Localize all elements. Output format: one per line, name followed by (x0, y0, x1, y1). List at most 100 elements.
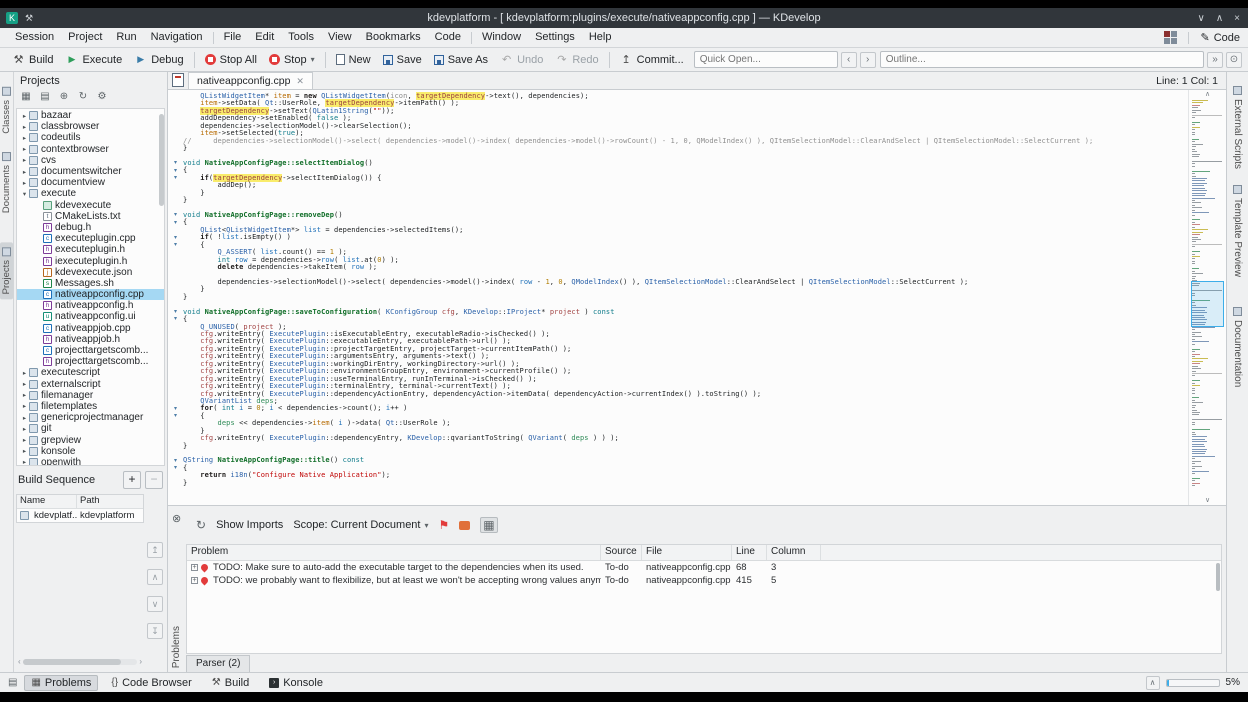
remove-from-build-sequence-button[interactable]: − (145, 471, 163, 489)
code-line[interactable]: return i18n("Configure Native Applicatio… (168, 471, 1188, 479)
document-list-icon[interactable] (172, 73, 184, 87)
fold-marker-icon[interactable]: ▾ (168, 175, 183, 182)
code-line[interactable]: delete dependencies->takeItem( row ); (168, 263, 1188, 271)
build-button[interactable]: Build (6, 51, 59, 68)
code-line[interactable]: } (168, 144, 1188, 152)
code-line[interactable]: cfg.writeEntry( ExecutePlugin::dependenc… (168, 390, 1188, 398)
expander-icon[interactable]: ▸ (20, 179, 29, 187)
menu-code[interactable]: Code (428, 28, 468, 47)
code-line[interactable]: } (168, 293, 1188, 301)
tree-item[interactable]: c nativeappconfig.cpp (17, 289, 164, 301)
column-header-name[interactable]: Name (17, 495, 77, 508)
menu-session[interactable]: Session (8, 28, 61, 47)
code-line[interactable]: ▾ QString NativeAppConfigPage::title() co… (168, 456, 1188, 465)
code-line[interactable]: ▾ if(targetDependency->selectItemDialog(… (168, 173, 1188, 182)
fold-marker-icon[interactable]: ▾ (168, 458, 183, 465)
tree-item[interactable]: ▸ classbrowser (17, 121, 164, 132)
move-bottom-icon[interactable]: ↧ (147, 623, 163, 639)
fold-marker-icon[interactable]: ▾ (168, 235, 183, 242)
code-editor[interactable]: QListWidgetItem* item = new QListWidgetI… (168, 90, 1226, 505)
code-line[interactable]: ▾ if( !list.isEmpty() ) (168, 233, 1188, 242)
problems-scrollbar[interactable] (1216, 563, 1220, 591)
minimap[interactable]: ∧ ∨ (1188, 90, 1226, 505)
stop-button[interactable]: Stop ▾ (263, 52, 321, 68)
area-code-button[interactable]: ✎ Code (1200, 31, 1240, 45)
statusbar-build-button[interactable]: ⚒ Build (205, 675, 256, 691)
tree-item[interactable]: ▸ konsole (17, 446, 164, 457)
buildseq-row[interactable]: kdevplatf... kdevplatform (17, 509, 143, 522)
add-icon[interactable]: ⊕ (56, 90, 72, 105)
expander-icon[interactable]: ▸ (20, 369, 29, 377)
column-header-column[interactable]: Column (767, 545, 821, 560)
expander-icon[interactable]: ▸ (20, 447, 29, 455)
expander-icon[interactable]: ▸ (20, 145, 29, 153)
code-line[interactable]: ▾ void NativeAppConfigPage::saveToConfigu… (168, 308, 1188, 316)
scroll-up-icon[interactable]: ∧ (1189, 90, 1226, 99)
menu-tools[interactable]: Tools (281, 28, 321, 47)
problem-row[interactable]: + TODO: Make sure to auto-add the executa… (187, 561, 1221, 574)
add-to-build-sequence-button[interactable]: + (123, 471, 141, 489)
projects-horizontal-scrollbar[interactable]: ‹ › (18, 657, 142, 666)
expander-icon[interactable]: ▸ (20, 123, 29, 131)
menu-file[interactable]: File (217, 28, 249, 47)
scope-dropdown[interactable]: Scope: Current Document ▾ (293, 519, 428, 531)
expander-icon[interactable]: ▸ (20, 168, 29, 176)
code-line[interactable]: ▾ void NativeAppConfigPage::selectItemDia… (168, 159, 1188, 167)
area-switcher-icon[interactable] (1164, 31, 1178, 44)
tree-item[interactable]: ▸ filetemplates (17, 401, 164, 412)
tree-item[interactable]: ▸ externalscript (17, 379, 164, 390)
chevron-up-icon[interactable]: ∧ (1145, 675, 1160, 690)
menu-bookmarks[interactable]: Bookmarks (359, 28, 428, 47)
tree-item[interactable]: ▸ openwith (17, 457, 164, 465)
tab-close-icon[interactable]: ✕ (296, 76, 304, 87)
tree-item[interactable]: ▸ filemanager (17, 390, 164, 401)
flag-icon[interactable]: ⚑ (439, 518, 450, 532)
maximize-icon[interactable]: ∧ (1216, 13, 1223, 24)
grid-view-icon[interactable]: ▦ (480, 517, 498, 533)
tree-item[interactable]: h nativeappconfig.h (17, 300, 164, 311)
code-line[interactable]: QList<QListWidgetItem*> list = dependenc… (168, 226, 1188, 234)
dock-toggle-icon[interactable]: ▤ (8, 677, 17, 688)
execute-button[interactable]: Execute (59, 51, 128, 68)
reload-icon[interactable]: ↻ (75, 90, 91, 105)
menu-edit[interactable]: Edit (248, 28, 281, 47)
code-line[interactable]: ▾ void NativeAppConfigPage::removeDep() (168, 211, 1188, 219)
menu-window[interactable]: Window (475, 28, 528, 47)
dock-tab-template-preview[interactable]: Template Preview (1232, 185, 1243, 277)
code-line[interactable]: } (168, 442, 1188, 450)
statusbar-konsole-button[interactable]: Konsole (262, 675, 330, 691)
tree-item[interactable]: ▸ documentswitcher (17, 166, 164, 177)
menu-project[interactable]: Project (61, 28, 109, 47)
tree-item[interactable]: ▸ contextbrowser (17, 144, 164, 155)
expander-icon[interactable]: ▸ (20, 134, 29, 142)
forward-button[interactable]: › (859, 51, 876, 68)
tree-scrollbar[interactable] (159, 114, 164, 206)
toolbar-overflow-button[interactable]: » (1207, 51, 1223, 68)
code-line[interactable]: // dependencies->selectionModel()->selec… (168, 137, 1188, 145)
dock-tab-external-scripts[interactable]: External Scripts (1232, 86, 1243, 169)
move-top-icon[interactable]: ↥ (147, 542, 163, 558)
tree-item[interactable]: ▸ documentview (17, 177, 164, 188)
code-line[interactable]: ▾ for( int i = 0; i < dependencies->coun… (168, 404, 1188, 413)
menu-navigation[interactable]: Navigation (144, 28, 210, 47)
close-panel-icon[interactable]: ⊗ (172, 512, 181, 525)
scroll-left-icon[interactable]: ‹ (18, 657, 21, 666)
column-header-source[interactable]: Source (601, 545, 642, 560)
editor-tab[interactable]: nativeappconfig.cpp ✕ (188, 72, 313, 89)
fold-marker-icon[interactable]: ▾ (168, 413, 183, 420)
problem-row[interactable]: + TODO: we probably want to flexibilize, … (187, 574, 1221, 587)
fold-marker-icon[interactable]: ▾ (168, 316, 183, 323)
save-as-button[interactable]: Save As (428, 52, 494, 68)
code-line[interactable]: } (168, 196, 1188, 204)
tree-item[interactable]: kdevexecute (17, 200, 164, 211)
code-line[interactable]: deps << dependencies->item( i )->data( Q… (168, 419, 1188, 427)
fold-marker-icon[interactable]: ▾ (168, 465, 183, 472)
tree-item[interactable]: u nativeappconfig.ui (17, 311, 164, 322)
column-header-path[interactable]: Path (77, 495, 143, 508)
outline-input[interactable] (879, 51, 1204, 68)
expander-icon[interactable]: ▸ (20, 391, 29, 399)
fold-marker-icon[interactable]: ▾ (168, 406, 183, 413)
fold-marker-icon[interactable]: ▾ (168, 212, 183, 219)
comment-icon[interactable] (459, 520, 471, 530)
tree-item[interactable]: h nativeappjob.h (17, 334, 164, 345)
